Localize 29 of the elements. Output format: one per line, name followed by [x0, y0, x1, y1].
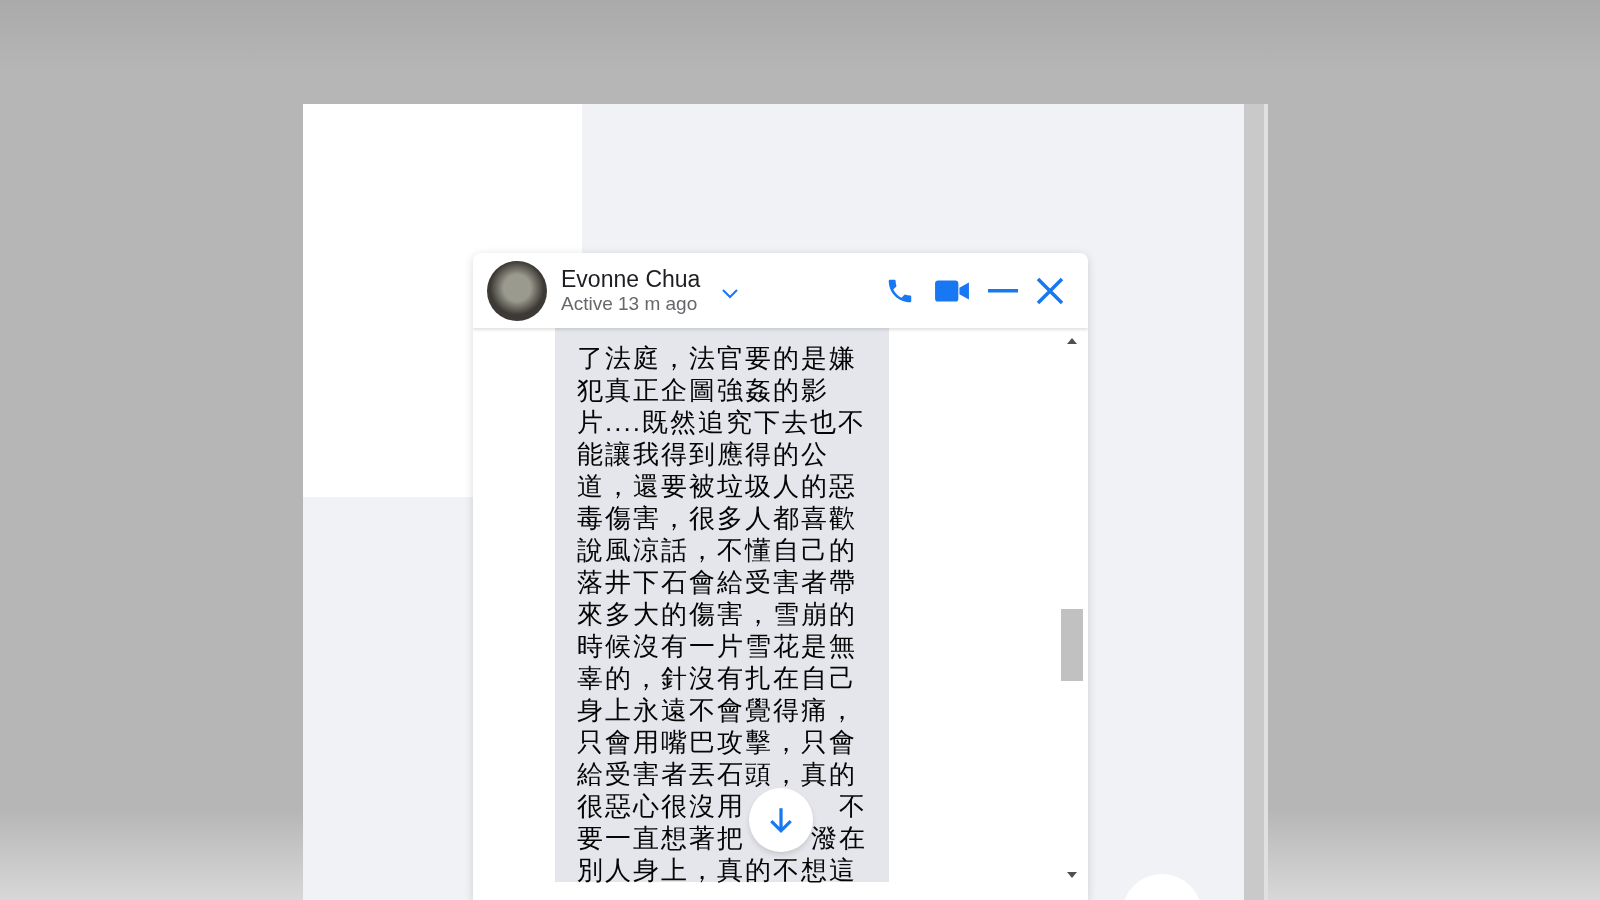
close-icon[interactable]: [1036, 276, 1064, 305]
message-text: 說風涼話，不懂自己的: [577, 534, 858, 566]
chevron-down-icon[interactable]: [722, 288, 739, 299]
scrollbar-thumb[interactable]: [1061, 609, 1083, 681]
minimize-icon[interactable]: [988, 288, 1018, 293]
arrow-down-icon: [768, 806, 794, 834]
message-text: 別人身上，真的不想這: [577, 854, 858, 886]
message-text: 要一直想著把: [577, 822, 745, 854]
message-text: 能讓我得到應得的公: [577, 438, 830, 470]
message-text: 很惡心很沒用: [577, 790, 745, 822]
contact-name[interactable]: Evonne Chua: [561, 266, 701, 293]
message-text: 身上永遠不會覺得痛，: [577, 694, 858, 726]
message-text: 犯真正企圖強姦的影: [577, 374, 830, 406]
message-text: 了法庭，法官要的是嫌: [577, 342, 858, 374]
message-text: 毒傷害，很多人都喜歡: [577, 502, 858, 534]
message-text: 潑在: [811, 822, 867, 854]
video-camera-icon[interactable]: [934, 277, 970, 304]
message-text: 落井下石會給受害者帶: [577, 566, 858, 598]
message-text: 給受害者丟石頭，真的: [577, 758, 858, 790]
message-text: 時候沒有一片雪花是無: [577, 630, 858, 662]
scroll-down-icon[interactable]: [1067, 872, 1077, 878]
message-text: 只會用嘴巴攻擊，只會: [577, 726, 858, 758]
message-text: 來多大的傷害，雪崩的: [577, 598, 858, 630]
message-text: 不: [839, 790, 867, 822]
active-status: Active 13 m ago: [561, 293, 699, 315]
message-text: 道，還要被垃圾人的惡: [577, 470, 858, 502]
message-text: 辜的，針沒有扎在自己: [577, 662, 858, 694]
message-text: 片....既然追究下去也不: [577, 406, 867, 438]
scroll-up-icon[interactable]: [1067, 338, 1077, 344]
